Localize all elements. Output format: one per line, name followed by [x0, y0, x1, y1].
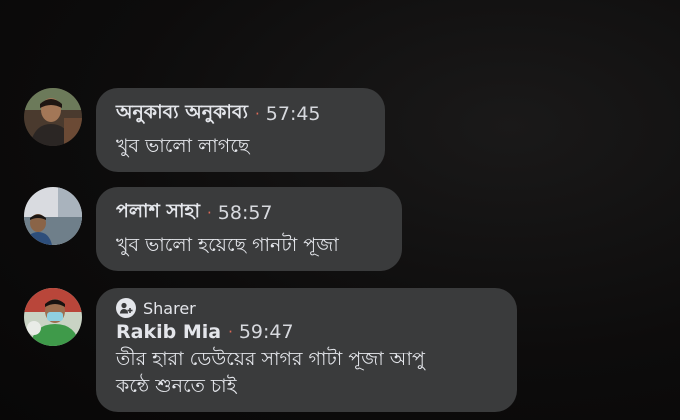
- avatar-photo: [24, 88, 82, 146]
- comment-item: Sharer Rakib Mia · 59:47 তীর হারা ডেউয়ে…: [24, 288, 517, 412]
- comment-bubble: অনুকাব্য অনুকাব্য · 57:45 খুব ভালো লাগছে: [96, 88, 385, 172]
- comment-text: তীর হারা ডেউয়ের সাগর গাটা পূজা আপু কন্ঠ…: [116, 346, 497, 400]
- separator-dot: ·: [254, 105, 260, 123]
- sharer-label: Sharer: [143, 298, 196, 318]
- comment-bubble: পলাশ সাহা · 58:57 খুব ভালো হয়েছে গানটা …: [96, 187, 402, 271]
- comment-text: খুব ভালো হয়েছে গানটা পূজা: [116, 234, 339, 256]
- sharer-icon: [116, 298, 136, 318]
- comment-meta: পলাশ সাহা · 58:57: [116, 197, 382, 229]
- separator-dot: ·: [206, 204, 212, 222]
- avatar-photo: [24, 187, 82, 245]
- avatar[interactable]: [24, 88, 82, 146]
- sharer-badge: Sharer: [116, 298, 497, 318]
- comment-text: খুব ভালো লাগছে: [116, 135, 250, 157]
- avatar-photo: [24, 288, 82, 346]
- comment-item: অনুকাব্য অনুকাব্য · 57:45 খুব ভালো লাগছে: [24, 88, 385, 172]
- comment-bubble: Sharer Rakib Mia · 59:47 তীর হারা ডেউয়ে…: [96, 288, 517, 412]
- comment-meta: Rakib Mia · 59:47: [116, 321, 497, 343]
- avatar[interactable]: [24, 187, 82, 245]
- comment-meta: অনুকাব্য অনুকাব্য · 57:45: [116, 98, 365, 130]
- comment-text-line: তীর হারা ডেউয়ের সাগর গাটা পূজা আপু: [116, 348, 425, 370]
- comment-timestamp[interactable]: 57:45: [266, 103, 321, 125]
- comment-author[interactable]: Rakib Mia: [116, 321, 221, 343]
- avatar[interactable]: [24, 288, 82, 346]
- comment-author[interactable]: অনুকাব্য অনুকাব্য: [116, 98, 248, 130]
- comments-panel: অনুকাব্য অনুকাব্য · 57:45 খুব ভালো লাগছে…: [0, 0, 680, 420]
- comment-timestamp[interactable]: 59:47: [239, 321, 294, 343]
- comment-author[interactable]: পলাশ সাহা: [116, 197, 200, 229]
- separator-dot: ·: [228, 323, 233, 341]
- comment-text-line: কন্ঠে শুনতে চাই: [116, 375, 237, 397]
- comment-item: পলাশ সাহা · 58:57 খুব ভালো হয়েছে গানটা …: [24, 187, 402, 271]
- comment-timestamp[interactable]: 58:57: [218, 202, 273, 224]
